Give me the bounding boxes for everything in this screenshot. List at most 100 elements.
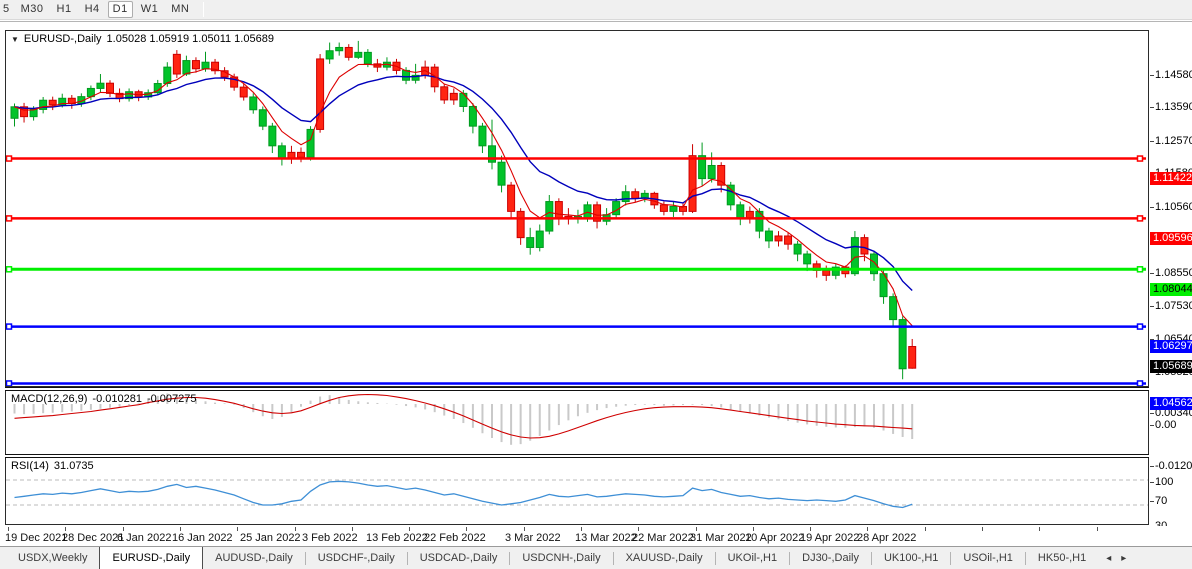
chart-ohlc-values: 1.05028 1.05919 1.05011 1.05689 bbox=[107, 33, 274, 45]
candle-body bbox=[765, 231, 772, 241]
axis-tick-mark bbox=[1150, 141, 1154, 142]
tab-dj30-daily[interactable]: DJ30-,Daily bbox=[790, 547, 871, 569]
date-label: 22 Mar 2022 bbox=[632, 532, 694, 544]
axis-tick-mark bbox=[1150, 306, 1154, 307]
candle-body bbox=[727, 185, 734, 205]
date-label: 28 Dec 2021 bbox=[62, 532, 124, 544]
tab-usdchf-daily[interactable]: USDCHF-,Daily bbox=[306, 547, 407, 569]
candle-body bbox=[613, 202, 620, 215]
line-handle[interactable] bbox=[1138, 156, 1143, 161]
date-tick-mark bbox=[925, 527, 926, 531]
macd-signal-value: -0.007275 bbox=[147, 393, 197, 405]
tab-xauusd-daily[interactable]: XAUUSD-,Daily bbox=[614, 547, 715, 569]
chart-dropdown-icon[interactable]: ▼ bbox=[11, 33, 19, 45]
line-handle[interactable] bbox=[7, 324, 12, 329]
date-label: 22 Feb 2022 bbox=[424, 532, 486, 544]
date-label: 13 Mar 2022 bbox=[575, 532, 637, 544]
tab-scroll-controls: ◂▸ bbox=[1098, 547, 1134, 569]
price-tick-label: 1.10560 bbox=[1155, 201, 1192, 213]
candle-body bbox=[737, 205, 744, 218]
date-tick-mark bbox=[524, 527, 525, 531]
date-label: 31 Mar 2022 bbox=[690, 532, 752, 544]
date-label: 10 Apr 2022 bbox=[745, 532, 804, 544]
timeframe-button-m30[interactable]: M30 bbox=[16, 1, 49, 18]
macd-tick-label: 0.00 bbox=[1155, 419, 1176, 431]
candle-body bbox=[278, 146, 285, 159]
tab-usdcnh-daily[interactable]: USDCNH-,Daily bbox=[510, 547, 612, 569]
date-tick-mark bbox=[982, 527, 983, 531]
date-tick-mark bbox=[352, 527, 353, 531]
line-handle[interactable] bbox=[7, 216, 12, 221]
tab-usoil-h1[interactable]: USOil-,H1 bbox=[951, 547, 1025, 569]
hline-price-badge: 1.06297 bbox=[1150, 340, 1192, 353]
timeframe-button-h4[interactable]: H4 bbox=[80, 1, 105, 18]
date-tick-mark bbox=[8, 527, 9, 531]
date-tick-mark bbox=[295, 527, 296, 531]
tab-usdx-weekly[interactable]: USDX,Weekly bbox=[6, 547, 99, 569]
candle-body bbox=[202, 62, 209, 69]
axis-tick-mark bbox=[1150, 413, 1154, 414]
line-handle[interactable] bbox=[1138, 324, 1143, 329]
axis-tick-mark bbox=[1150, 273, 1154, 274]
price-tick-label: 1.14580 bbox=[1155, 69, 1192, 81]
line-handle[interactable] bbox=[1138, 381, 1143, 386]
candle-body bbox=[861, 238, 868, 254]
tab-scroll-right-icon[interactable]: ▸ bbox=[1121, 553, 1126, 564]
date-tick-mark bbox=[1039, 527, 1040, 531]
candle-body bbox=[441, 87, 448, 100]
candle-body bbox=[164, 67, 171, 83]
timeframe-button-h1[interactable]: H1 bbox=[52, 1, 77, 18]
date-tick-mark bbox=[867, 527, 868, 531]
tab-scroll-left-icon[interactable]: ◂ bbox=[1106, 553, 1111, 564]
line-handle[interactable] bbox=[1138, 216, 1143, 221]
candle-body bbox=[708, 165, 715, 178]
chart-window: ▼ EURUSD-,Daily 1.05028 1.05919 1.05011 … bbox=[0, 21, 1192, 545]
date-tick-mark bbox=[810, 527, 811, 531]
line-handle[interactable] bbox=[7, 267, 12, 272]
date-label: 25 Jan 2022 bbox=[240, 532, 301, 544]
tab-audusd-daily[interactable]: AUDUSD-,Daily bbox=[203, 547, 305, 569]
macd-title: MACD(12,26,9) -0.010281 -0.007275 bbox=[11, 393, 197, 405]
candle-body bbox=[508, 185, 515, 211]
tab-eurusd-daily[interactable]: EURUSD-,Daily bbox=[99, 546, 203, 569]
rsi-panel: RSI(14) 31.0735 bbox=[5, 458, 1149, 525]
tab-usdcad-daily[interactable]: USDCAD-,Daily bbox=[408, 547, 510, 569]
date-axis: 19 Dec 202128 Dec 20216 Jan 202216 Jan 2… bbox=[0, 526, 1192, 546]
date-label: 19 Dec 2021 bbox=[5, 532, 67, 544]
candle-body bbox=[240, 87, 247, 97]
chart-tab-bar: USDX,WeeklyEURUSD-,DailyAUDUSD-,DailyUSD… bbox=[0, 546, 1192, 569]
line-handle[interactable] bbox=[7, 156, 12, 161]
date-label: 3 Feb 2022 bbox=[302, 532, 358, 544]
date-label: 16 Jan 2022 bbox=[172, 532, 233, 544]
rsi-plot[interactable] bbox=[6, 458, 1148, 523]
axis-tick-mark bbox=[1150, 501, 1154, 502]
axis-tick-mark bbox=[1150, 466, 1154, 467]
toolbar-separator bbox=[203, 2, 204, 17]
date-label: 19 Apr 2022 bbox=[800, 532, 859, 544]
price-tick-label: 1.13590 bbox=[1155, 101, 1192, 113]
timeframe-button-w1[interactable]: W1 bbox=[136, 1, 164, 18]
candle-body bbox=[450, 93, 457, 100]
candle-body bbox=[107, 83, 114, 93]
price-chart-plot[interactable] bbox=[6, 31, 1148, 386]
candles-group bbox=[11, 41, 916, 379]
candle-body bbox=[355, 52, 362, 57]
candle-body bbox=[97, 83, 104, 88]
candle-body bbox=[345, 47, 352, 57]
candle-body bbox=[173, 54, 180, 74]
tab-hk50-h1[interactable]: HK50-,H1 bbox=[1026, 547, 1098, 569]
timeframe-button-mn[interactable]: MN bbox=[166, 1, 194, 18]
price-tick-label: 1.07530 bbox=[1155, 300, 1192, 312]
tab-uk100-h1[interactable]: UK100-,H1 bbox=[872, 547, 950, 569]
macd-main-value: -0.010281 bbox=[92, 393, 142, 405]
line-handle[interactable] bbox=[7, 381, 12, 386]
date-label: 3 Mar 2022 bbox=[505, 532, 561, 544]
price-axis: 1.145801.135901.125701.115801.105601.095… bbox=[1150, 22, 1192, 546]
date-tick-mark bbox=[1097, 527, 1098, 531]
tab-ukoil-h1[interactable]: UKOil-,H1 bbox=[716, 547, 790, 569]
rsi-value: 31.0735 bbox=[54, 460, 94, 472]
timeframe-button-5[interactable]: 5 bbox=[2, 1, 13, 18]
line-handle[interactable] bbox=[1138, 267, 1143, 272]
timeframe-button-d1[interactable]: D1 bbox=[108, 1, 133, 18]
axis-tick-mark bbox=[1150, 482, 1154, 483]
